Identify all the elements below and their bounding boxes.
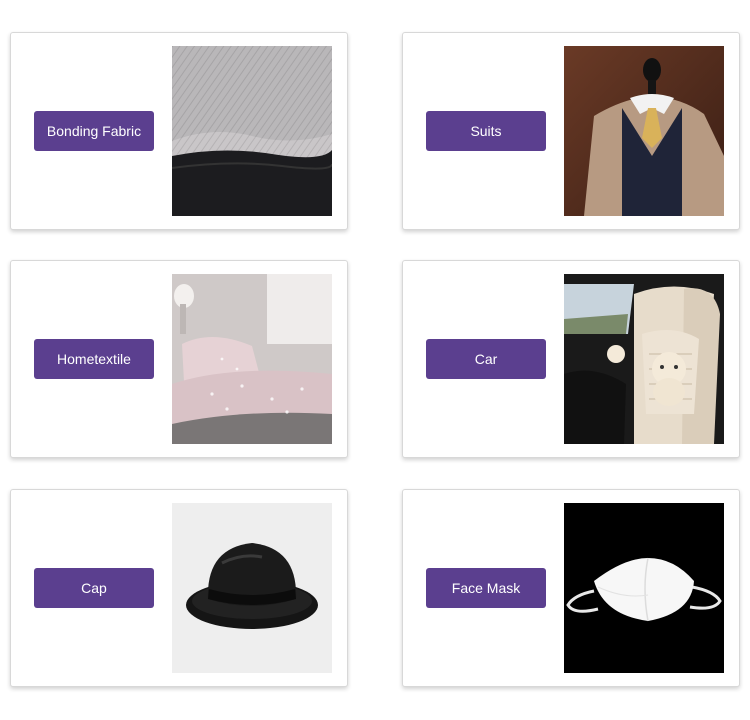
category-card-face-mask[interactable]: Face Mask	[402, 489, 740, 687]
category-button-hometextile[interactable]: Hometextile	[34, 339, 154, 379]
category-card-car[interactable]: Car	[402, 260, 740, 458]
car-seat-photo	[564, 274, 724, 444]
category-button-suits[interactable]: Suits	[426, 111, 546, 151]
face-mask-photo	[564, 503, 724, 673]
category-card-bonding-fabric[interactable]: Bonding Fabric	[10, 32, 348, 230]
category-button-car[interactable]: Car	[426, 339, 546, 379]
category-card-cap[interactable]: Cap	[10, 489, 348, 687]
bowler-hat-photo	[172, 503, 332, 673]
category-button-cap[interactable]: Cap	[34, 568, 154, 608]
fabric-photo	[172, 46, 332, 216]
suit-photo	[564, 46, 724, 216]
category-card-hometextile[interactable]: Hometextile	[10, 260, 348, 458]
category-button-face-mask[interactable]: Face Mask	[426, 568, 546, 608]
category-card-suits[interactable]: Suits	[402, 32, 740, 230]
bedding-photo	[172, 274, 332, 444]
category-button-bonding-fabric[interactable]: Bonding Fabric	[34, 111, 154, 151]
